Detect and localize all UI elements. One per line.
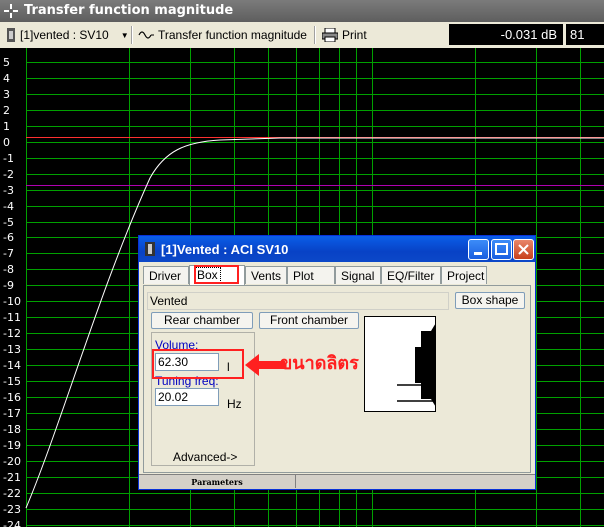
print-label: Print bbox=[342, 28, 367, 42]
vented-box-icon bbox=[397, 324, 435, 406]
box-diagram bbox=[364, 316, 436, 412]
driver-select[interactable]: [1]vented : SV10 ▼ bbox=[6, 25, 129, 45]
y-tick-label: 1 bbox=[3, 119, 10, 133]
crosshair-icon bbox=[4, 4, 18, 18]
printer-icon bbox=[322, 28, 338, 42]
tab-eq-filter[interactable]: EQ/Filter bbox=[381, 266, 441, 284]
y-tick-label: -19 bbox=[3, 438, 21, 452]
y-tick-label: -23 bbox=[3, 502, 21, 516]
box-tab-highlight bbox=[194, 265, 239, 284]
dialog-title-bar[interactable]: [1]Vented : ACI SV10 bbox=[139, 236, 535, 262]
status-bar: Parameters bbox=[139, 474, 535, 489]
maximize-button[interactable] bbox=[491, 239, 512, 260]
tuning-unit: Hz bbox=[227, 397, 242, 411]
y-tick-label: -14 bbox=[3, 358, 21, 372]
driver-select-value: [1]vented : SV10 bbox=[20, 28, 109, 42]
speaker-icon bbox=[7, 28, 15, 42]
y-tick-label: -3 bbox=[3, 183, 14, 197]
window-title-bar: Transfer function magnitude bbox=[0, 0, 604, 22]
y-tick-label: -18 bbox=[3, 422, 21, 436]
y-tick-label: -22 bbox=[3, 486, 21, 500]
y-tick-label: -8 bbox=[3, 262, 14, 276]
speaker-icon bbox=[145, 242, 155, 256]
close-button[interactable] bbox=[513, 239, 534, 260]
status-text: Parameters bbox=[139, 475, 296, 488]
y-tick-label: -16 bbox=[3, 390, 21, 404]
y-tick-label: 0 bbox=[3, 135, 10, 149]
print-button[interactable]: Print bbox=[322, 25, 367, 45]
y-tick-label: -21 bbox=[3, 470, 21, 484]
minimize-button[interactable] bbox=[468, 239, 489, 260]
tab-driver[interactable]: Driver bbox=[143, 266, 189, 284]
y-tick-label: -2 bbox=[3, 167, 14, 181]
y-tick-label: -17 bbox=[3, 406, 21, 420]
annotation-arrow bbox=[245, 354, 285, 376]
y-tick-label: 4 bbox=[3, 71, 10, 85]
db-readout: -0.031 dB bbox=[449, 24, 563, 45]
y-tick-label: 3 bbox=[3, 87, 10, 101]
maximize-icon bbox=[495, 243, 508, 255]
box-shape-button[interactable]: Box shape bbox=[455, 292, 525, 309]
y-tick-label: 5 bbox=[3, 55, 10, 69]
chevron-down-icon: ▼ bbox=[120, 30, 129, 40]
dialog-title: [1]Vented : ACI SV10 bbox=[161, 242, 289, 257]
y-tick-label: -20 bbox=[3, 454, 21, 468]
y-tick-label: 2 bbox=[3, 103, 10, 117]
tab-vents[interactable]: Vents bbox=[245, 266, 287, 284]
volume-highlight bbox=[152, 349, 244, 379]
tuning-input[interactable]: 20.02 bbox=[155, 388, 219, 406]
graph-select-value: Transfer function magnitude bbox=[158, 28, 307, 42]
tab-plot[interactable]: Plot bbox=[287, 266, 335, 284]
toolbar: [1]vented : SV10 ▼ Transfer function mag… bbox=[0, 22, 604, 49]
minimize-icon bbox=[474, 252, 482, 255]
advanced-button[interactable]: Advanced-> bbox=[173, 450, 237, 464]
wave-icon bbox=[138, 31, 154, 39]
y-tick-label: -9 bbox=[3, 278, 14, 292]
y-tick-label: -7 bbox=[3, 246, 14, 260]
y-tick-label: -13 bbox=[3, 342, 21, 356]
y-tick-label: -10 bbox=[3, 294, 21, 308]
rear-chamber-button[interactable]: Rear chamber bbox=[151, 312, 253, 329]
y-tick-label: -11 bbox=[3, 310, 21, 324]
graph-select[interactable]: Transfer function magnitude ▼ bbox=[138, 25, 329, 45]
y-tick-label: -6 bbox=[3, 230, 14, 244]
tab-project[interactable]: Project bbox=[441, 266, 487, 284]
y-tick-label: -1 bbox=[3, 151, 14, 165]
y-tick-label: -4 bbox=[3, 199, 14, 213]
front-chamber-button[interactable]: Front chamber bbox=[259, 312, 359, 329]
y-tick-label: -5 bbox=[3, 215, 14, 229]
y-tick-label: -12 bbox=[3, 326, 21, 340]
y-tick-label: -15 bbox=[3, 374, 21, 388]
tab-signal[interactable]: Signal bbox=[335, 266, 381, 284]
close-icon bbox=[518, 244, 529, 255]
window-title: Transfer function magnitude bbox=[24, 3, 234, 18]
annotation-text: ขนาดลิตร bbox=[280, 353, 359, 374]
box-type-field: Vented bbox=[147, 292, 449, 310]
freq-readout: 81 bbox=[566, 24, 604, 45]
y-tick-label: -24 bbox=[3, 518, 21, 527]
